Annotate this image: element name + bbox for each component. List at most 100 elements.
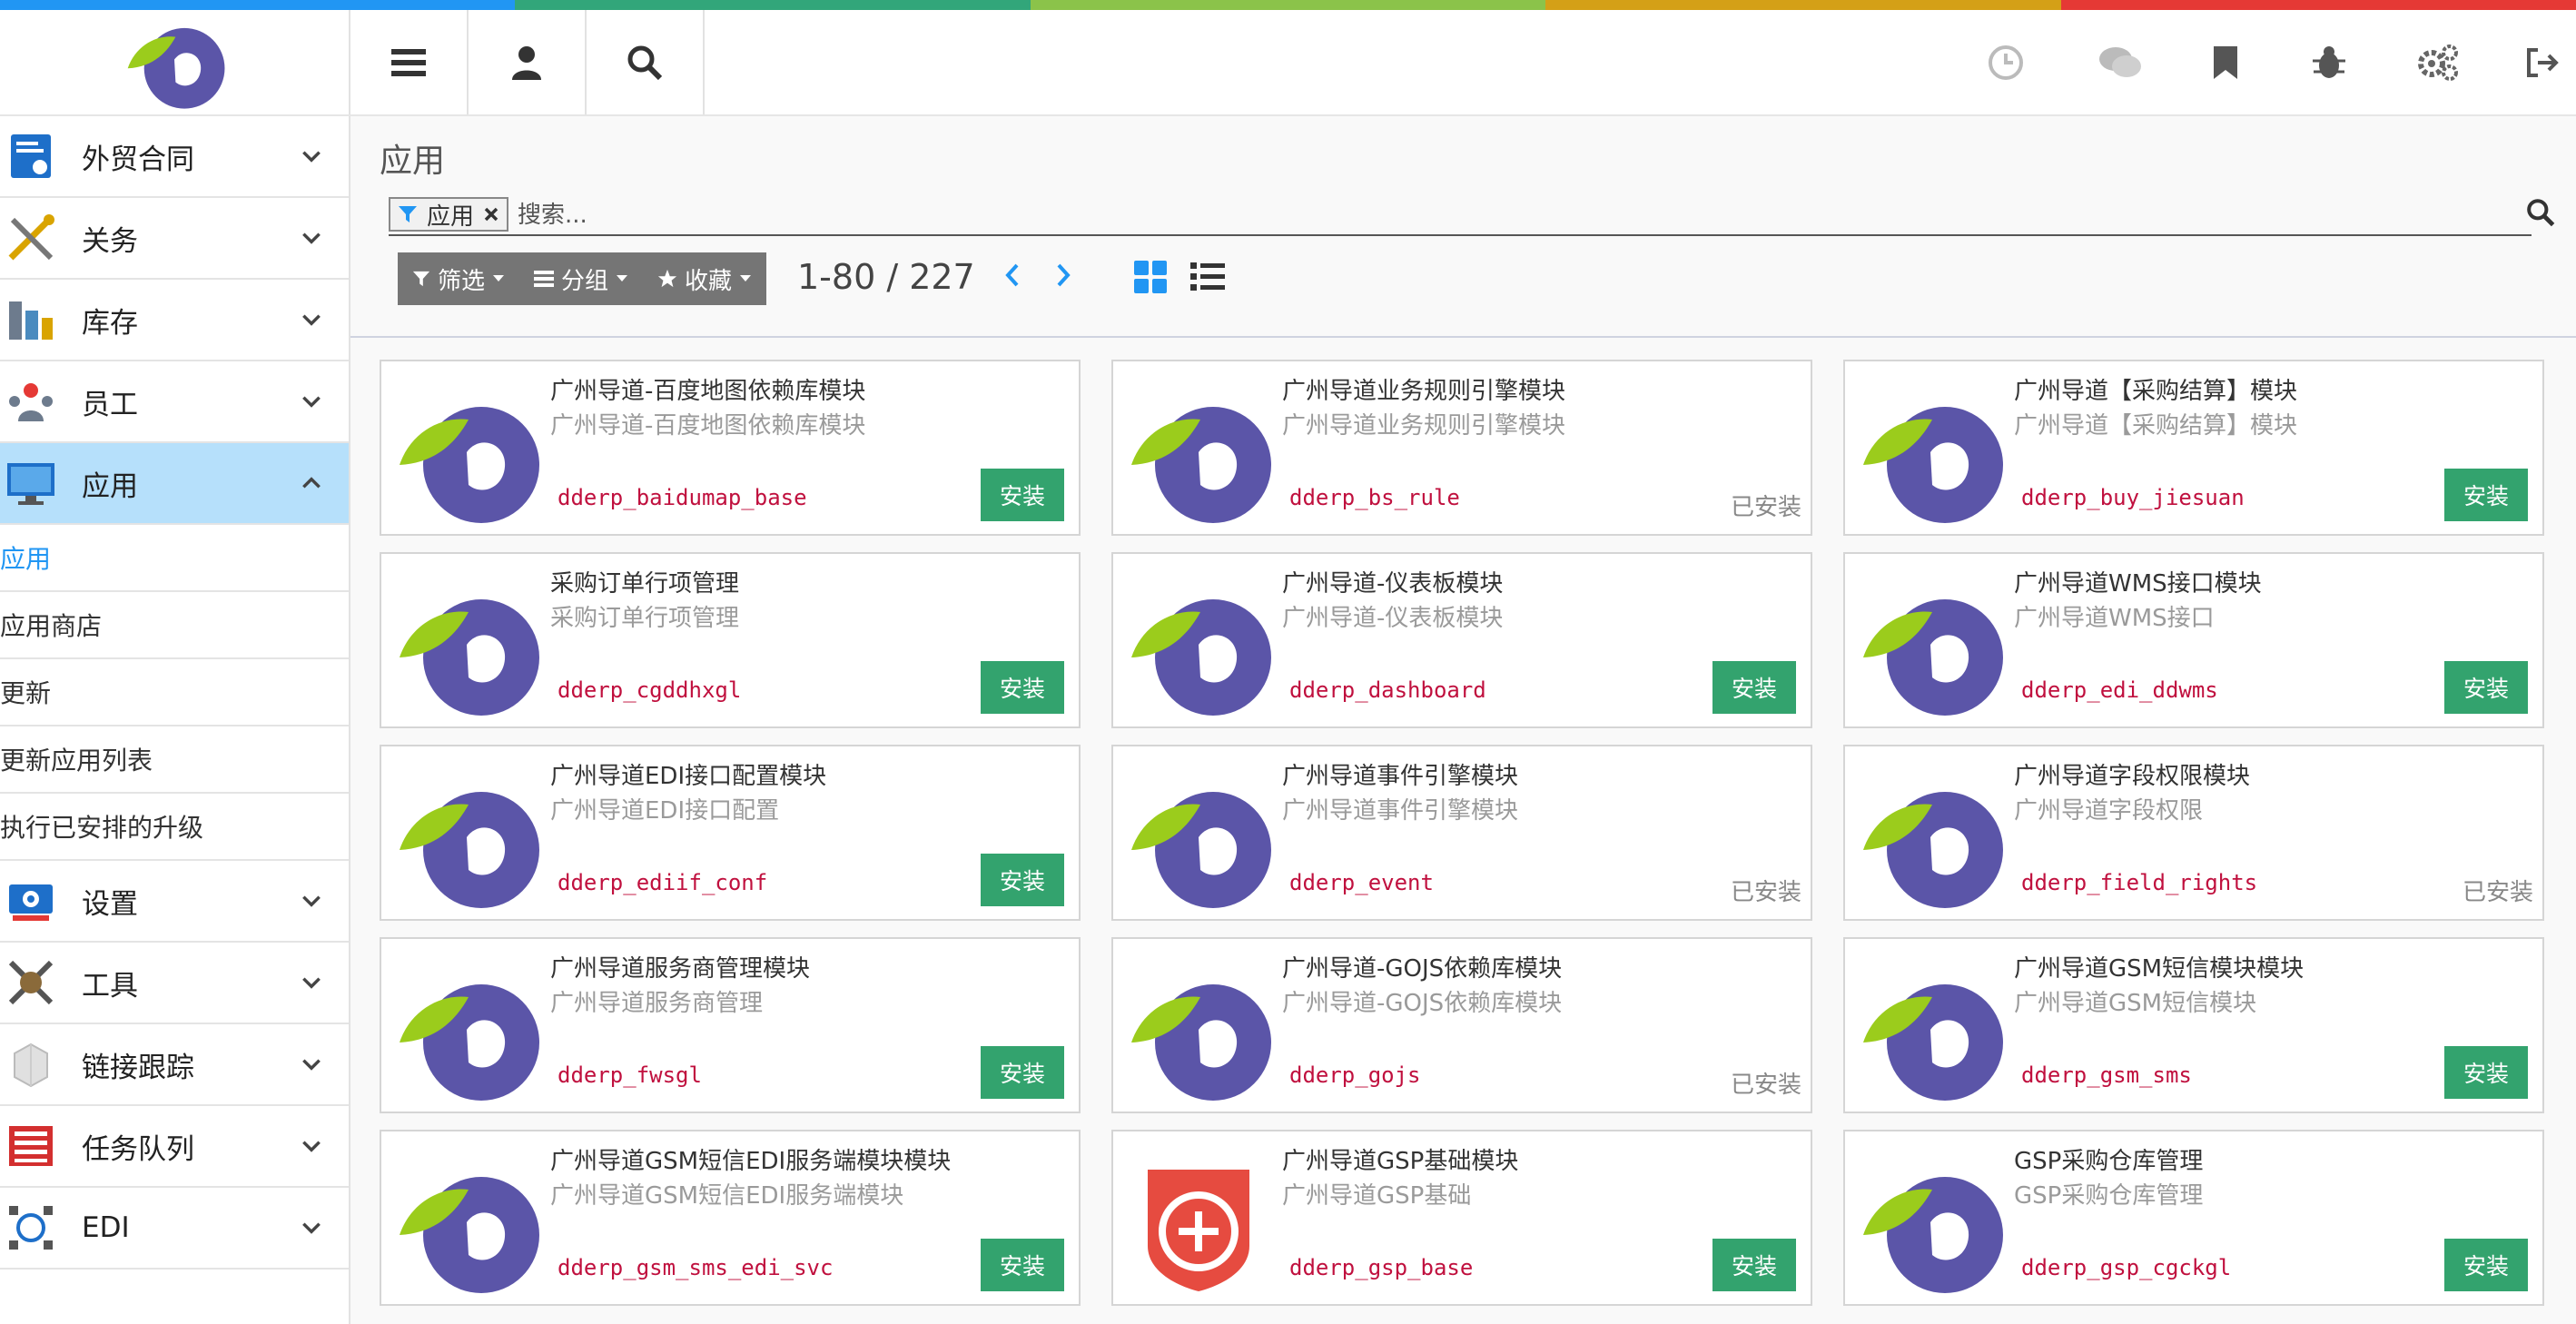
sidebar-item-foreign-trade-contract[interactable]: 外贸合同 bbox=[0, 116, 349, 198]
app-logo-icon bbox=[1126, 774, 1271, 910]
install-button[interactable]: 安装 bbox=[2444, 1046, 2528, 1099]
chevron-down-icon bbox=[300, 390, 323, 413]
module-card[interactable]: 广州导道事件引擎模块 广州导道事件引擎模块 dderp_event 已安装 bbox=[1111, 745, 1812, 921]
module-card[interactable]: GSP采购仓库管理 GSP采购仓库管理 dderp_gsp_cgckgl 安装 bbox=[1843, 1130, 2544, 1306]
module-card[interactable]: 广州导道EDI接口配置模块 广州导道EDI接口配置 dderp_ediif_conf… bbox=[380, 745, 1081, 921]
bookmark-button[interactable] bbox=[2176, 10, 2275, 114]
install-button[interactable]: 安装 bbox=[981, 854, 1064, 906]
module-summary: 广州导道GSM短信EDI服务端模块 bbox=[550, 1182, 904, 1210]
caret-down-icon bbox=[493, 275, 505, 282]
module-technical-name: dderp_edi_ddwms bbox=[2021, 677, 2218, 703]
module-summary: 广州导道-百度地图依赖库模块 bbox=[550, 412, 866, 440]
sidebar-item-customs[interactable]: 关务 bbox=[0, 198, 349, 280]
module-summary: 广州导道事件引擎模块 bbox=[1282, 797, 1519, 825]
group-by-dropdown[interactable]: 分组 bbox=[519, 252, 643, 305]
contract-icon bbox=[4, 129, 58, 183]
module-title: 广州导道GSP基础模块 bbox=[1282, 1148, 1519, 1175]
chevron-down-icon bbox=[300, 308, 323, 331]
module-card[interactable]: 广州导道-仪表板模块 广州导道-仪表板模块 dderp_dashboard 安装 bbox=[1111, 552, 1812, 728]
sidebar-item-employees[interactable]: 员工 bbox=[0, 361, 349, 443]
app-logo-icon bbox=[394, 1159, 539, 1295]
module-technical-name: dderp_gojs bbox=[1289, 1062, 1421, 1088]
install-button[interactable]: 安装 bbox=[981, 661, 1064, 714]
submenu-item-update-apps-list[interactable]: 更新应用列表 bbox=[0, 726, 349, 794]
chevron-down-icon bbox=[300, 144, 323, 168]
submenu-item-apps[interactable]: 应用 bbox=[0, 525, 349, 592]
install-button[interactable]: 安装 bbox=[981, 1239, 1064, 1291]
app-logo-icon bbox=[123, 15, 225, 110]
brand-logo[interactable] bbox=[0, 10, 350, 114]
install-button[interactable]: 安装 bbox=[1712, 1239, 1796, 1291]
edi-icon bbox=[4, 1200, 58, 1255]
pager-next-icon[interactable] bbox=[1053, 262, 1073, 289]
sidebar-item-label: 工具 bbox=[82, 969, 138, 1003]
sidebar-item-label: 设置 bbox=[82, 887, 138, 921]
activity-button[interactable] bbox=[1956, 10, 2056, 114]
list-view-icon[interactable] bbox=[1189, 260, 1226, 294]
module-card[interactable]: 广州导道GSM短信EDI服务端模块模块 广州导道GSM短信EDI服务端模块 dder… bbox=[380, 1130, 1081, 1306]
list-icon bbox=[534, 271, 555, 287]
search-facet[interactable]: 应用 bbox=[389, 197, 509, 232]
install-button[interactable]: 安装 bbox=[2444, 661, 2528, 714]
module-card[interactable]: 广州导道服务商管理模块 广州导道服务商管理 dderp_fwsgl 安装 bbox=[380, 937, 1081, 1113]
menu-toggle-button[interactable] bbox=[350, 10, 469, 114]
module-card[interactable]: 广州导道GSM短信模块模块 广州导道GSM短信模块 dderp_gsm_sms 安装 bbox=[1843, 937, 2544, 1113]
sidebar-item-link-tracking[interactable]: 链接跟踪 bbox=[0, 1024, 349, 1106]
module-card[interactable]: 广州导道-GOJS依赖库模块 广州导道-GOJS依赖库模块 dderp_gojs 已安… bbox=[1111, 937, 1812, 1113]
logout-button[interactable] bbox=[2493, 10, 2576, 114]
debug-button[interactable] bbox=[2279, 10, 2379, 114]
pager-value[interactable]: 1-80 / 227 bbox=[797, 257, 975, 297]
search-submit-icon[interactable] bbox=[2526, 198, 2555, 227]
module-title: 广州导道WMS接口模块 bbox=[2014, 570, 2262, 598]
module-technical-name: dderp_cgddhxgl bbox=[558, 677, 742, 703]
user-button[interactable] bbox=[469, 10, 587, 114]
module-summary: GSP采购仓库管理 bbox=[2014, 1182, 2204, 1210]
install-button[interactable]: 安装 bbox=[981, 1046, 1064, 1099]
module-summary: 广州导道-GOJS依赖库模块 bbox=[1282, 990, 1563, 1017]
logout-icon bbox=[2527, 47, 2559, 77]
submenu-item-apply-scheduled-upgrades[interactable]: 执行已安排的升级 bbox=[0, 794, 349, 861]
module-summary: 广州导道GSM短信模块 bbox=[2014, 990, 2257, 1017]
messages-button[interactable] bbox=[2070, 10, 2170, 114]
sidebar-item-task-queue[interactable]: 任务队列 bbox=[0, 1106, 349, 1188]
module-technical-name: dderp_field_rights bbox=[2021, 870, 2258, 895]
module-title: 广州导道-GOJS依赖库模块 bbox=[1282, 955, 1563, 983]
module-technical-name: dderp_gsp_base bbox=[1289, 1255, 1474, 1280]
module-title: 广州导道-仪表板模块 bbox=[1282, 570, 1504, 598]
pager-previous-icon[interactable] bbox=[1002, 262, 1022, 289]
link-tracking-icon bbox=[4, 1037, 58, 1092]
installed-label: 已安装 bbox=[2462, 879, 2533, 906]
sidebar-item-settings[interactable]: 设置 bbox=[0, 861, 349, 943]
favorites-dropdown[interactable]: 收藏 bbox=[643, 252, 766, 305]
filter-icon bbox=[399, 206, 417, 222]
sidebar-item-edi[interactable]: EDI bbox=[0, 1188, 349, 1270]
install-button[interactable]: 安装 bbox=[1712, 661, 1796, 714]
install-button[interactable]: 安装 bbox=[2444, 1239, 2528, 1291]
module-card[interactable]: 广州导道GSP基础模块 广州导道GSP基础 dderp_gsp_base 安装 bbox=[1111, 1130, 1812, 1306]
install-button[interactable]: 安装 bbox=[2444, 469, 2528, 521]
top-bar bbox=[0, 10, 2576, 116]
sidebar-item-inventory[interactable]: 库存 bbox=[0, 280, 349, 361]
sidebar-item-apps[interactable]: 应用 bbox=[0, 443, 349, 525]
submenu-item-updates[interactable]: 更新 bbox=[0, 659, 349, 726]
user-icon bbox=[512, 45, 541, 80]
module-card[interactable]: 广州导道WMS接口模块 广州导道WMS接口 dderp_edi_ddwms 安装 bbox=[1843, 552, 2544, 728]
sidebar-item-tools[interactable]: 工具 bbox=[0, 943, 349, 1024]
module-card[interactable]: 广州导道【采购结算】模块 广州导道【采购结算】模块 dderp_buy_jiesua… bbox=[1843, 360, 2544, 536]
global-search-button[interactable] bbox=[587, 10, 705, 114]
install-button[interactable]: 安装 bbox=[981, 469, 1064, 521]
module-card[interactable]: 广州导道-百度地图依赖库模块 广州导道-百度地图依赖库模块 dderp_baidum… bbox=[380, 360, 1081, 536]
kanban-view-icon[interactable] bbox=[1133, 260, 1168, 294]
settings-button[interactable] bbox=[2388, 10, 2488, 114]
submenu-item-app-store[interactable]: 应用商店 bbox=[0, 592, 349, 659]
sidebar-item-label: 员工 bbox=[82, 388, 138, 421]
search-input[interactable] bbox=[516, 196, 2426, 234]
filters-dropdown[interactable]: 筛选 bbox=[398, 252, 519, 305]
module-card[interactable]: 广州导道业务规则引擎模块 广州导道业务规则引擎模块 dderp_bs_rule 已安装 bbox=[1111, 360, 1812, 536]
remove-facet-icon[interactable] bbox=[483, 206, 499, 222]
module-technical-name: dderp_gsm_sms_edi_svc bbox=[558, 1255, 834, 1280]
module-card[interactable]: 采购订单行项管理 采购订单行项管理 dderp_cgddhxgl 安装 bbox=[380, 552, 1081, 728]
app-logo-icon bbox=[1858, 389, 2003, 525]
module-card[interactable]: 广州导道字段权限模块 广州导道字段权限 dderp_field_rights 已安装 bbox=[1843, 745, 2544, 921]
top-color-stripe bbox=[0, 0, 2576, 10]
